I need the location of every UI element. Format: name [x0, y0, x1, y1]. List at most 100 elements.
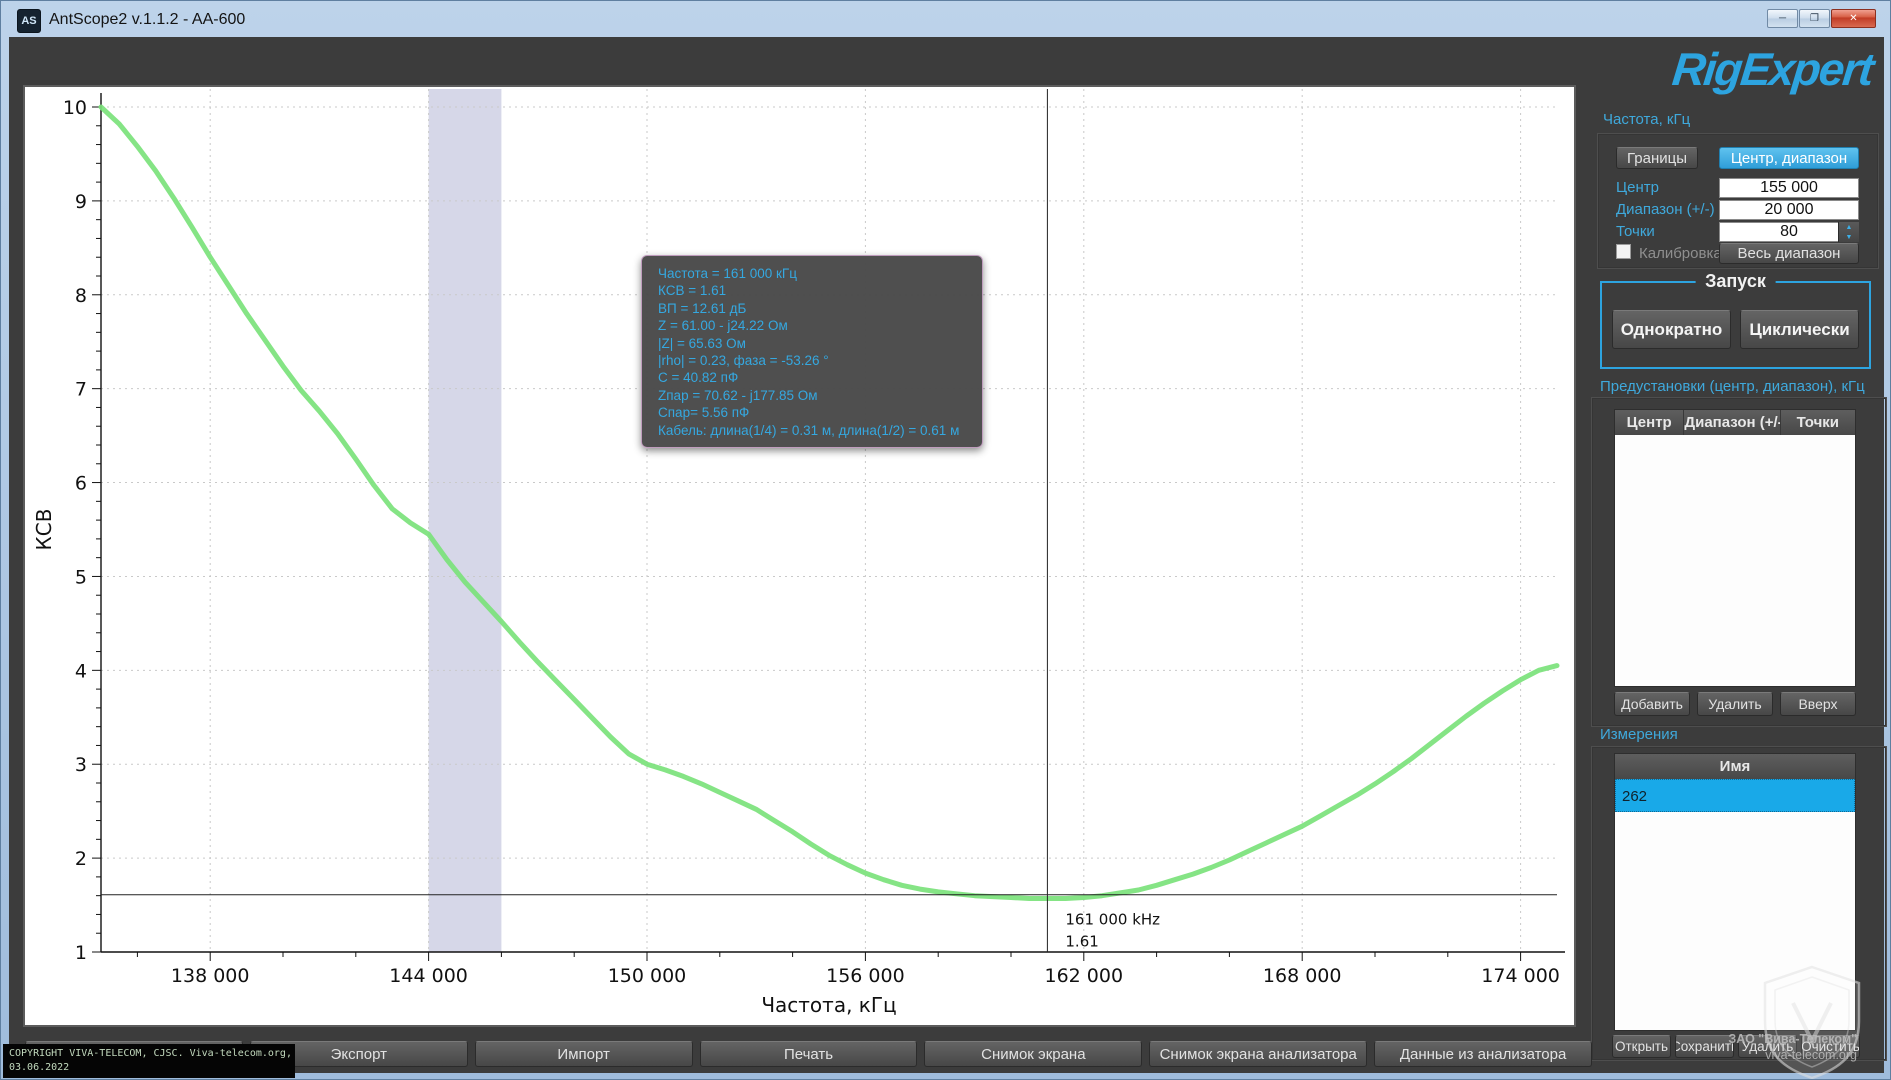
points-stepper: ▲ ▼ — [1719, 222, 1859, 242]
measurements-name-column: Имя — [1615, 754, 1855, 780]
title-bar: AS AntScope2 v.1.1.2 - AA-600 ─ ❐ ✕ — [1, 1, 1890, 37]
copyright-line2: 03.06.2022 — [9, 1061, 289, 1075]
span-label: Диапазон (+/-) — [1616, 200, 1715, 220]
rigexpert-logo: RigExpert — [1595, 43, 1874, 95]
svg-text:8: 8 — [75, 285, 87, 307]
toolbar-button-3[interactable]: Печать — [700, 1041, 918, 1067]
toolbar-button-6[interactable]: Данные из анализатора — [1374, 1041, 1592, 1067]
measurements-table-header: Имя — [1614, 753, 1856, 781]
svg-text:1.61: 1.61 — [1065, 933, 1098, 951]
tab-bar: КСВФазаZ=R+jXZ=R||+jXВПРефлектометрСмит — [19, 45, 37, 83]
measurements-button-2[interactable]: Удалить — [1738, 1035, 1797, 1058]
frequency-group: Границы Центр, диапазон Центр Диапазон (… — [1597, 133, 1879, 269]
presets-col-1: Диапазон (+/-) — [1684, 410, 1780, 436]
points-spin-buttons: ▲ ▼ — [1838, 222, 1859, 242]
tooltip-line: КСВ = 1.61 — [658, 282, 966, 299]
points-label: Точки — [1616, 222, 1655, 242]
svg-text:156 000: 156 000 — [826, 965, 905, 987]
presets-button-0[interactable]: Добавить — [1614, 692, 1690, 716]
measurements-table-body[interactable]: 262 — [1614, 779, 1856, 1031]
window-title: AntScope2 v.1.1.2 - AA-600 — [49, 8, 245, 32]
svg-text:7: 7 — [75, 379, 87, 401]
swr-plot-svg: 1 2 3 4 5 6 7 8 9 10 138 000 144 000 150 000 156 000 1… — [25, 87, 1574, 1025]
tab-label: Z=R+jX — [27, 51, 75, 83]
presets-buttons: Добавить Удалить Вверх — [1614, 692, 1856, 716]
center-span-button[interactable]: Центр, диапазон — [1719, 147, 1859, 169]
presets-section-label: Предустановки (центр, диапазон), кГц — [1600, 378, 1865, 395]
tooltip-line: ВП = 12.61 дБ — [658, 300, 966, 317]
tooltip-line: C = 40.82 пФ — [658, 369, 966, 386]
svg-text:5: 5 — [75, 566, 87, 588]
measurements-section-label: Измерения — [1600, 726, 1678, 743]
toolbar-button-5[interactable]: Снимок экрана анализатора — [1149, 1041, 1367, 1067]
run-buttons: ОднократноЦиклически — [1612, 310, 1859, 349]
calibration-checkbox[interactable] — [1616, 244, 1631, 259]
svg-text:2: 2 — [75, 848, 87, 870]
tab-label: Z=R||+jX — [30, 51, 78, 83]
svg-text:150 000: 150 000 — [608, 965, 687, 987]
run-group: Запуск ОднократноЦиклически — [1600, 281, 1871, 369]
bounds-button[interactable]: Границы — [1616, 147, 1698, 169]
copyright-line1: COPYRIGHT VIVA-TELECOM, CJSC. Viva-telec… — [9, 1047, 289, 1061]
measurements-buttons: ОткрытьСохранитьУдалитьОчистить — [1612, 1035, 1864, 1058]
copyright-watermark: COPYRIGHT VIVA-TELECOM, CJSC. Viva-telec… — [3, 1044, 295, 1078]
svg-text:168 000: 168 000 — [1263, 965, 1342, 987]
svg-text:161 000 kHz: 161 000 kHz — [1065, 911, 1160, 929]
tab-label: Фаза — [24, 51, 72, 83]
tooltip-line: |rho| = 0.23, фаза = -53.26 ° — [658, 352, 966, 369]
toolbar-button-4[interactable]: Снимок экрана — [924, 1041, 1142, 1067]
presets-col-0: Центр — [1615, 410, 1684, 436]
presets-col-2: Точки — [1781, 410, 1855, 436]
tooltip-line: Частота = 161 000 кГц — [658, 265, 966, 282]
app-icon: AS — [17, 9, 41, 33]
svg-text:138 000: 138 000 — [171, 965, 250, 987]
svg-text:КСВ: КСВ — [32, 509, 56, 551]
span-input[interactable] — [1719, 200, 1859, 220]
tooltip-line: |Z| = 65.63 Ом — [658, 335, 966, 352]
measurements-button-3[interactable]: Очистить — [1801, 1035, 1860, 1058]
tab-label: Смит — [39, 51, 87, 83]
spin-up-icon[interactable]: ▲ — [1839, 222, 1859, 232]
presets-table-body[interactable] — [1614, 435, 1856, 687]
window-controls: ─ ❐ ✕ — [1767, 9, 1876, 28]
tab-label: ВП — [33, 51, 81, 83]
svg-text:Частота, кГц: Частота, кГц — [761, 993, 896, 1017]
tooltip-line: Кабель: длина(1/4) = 0.31 м, длина(1/2) … — [658, 422, 966, 439]
measurement-row[interactable]: 262 — [1615, 779, 1855, 812]
svg-text:4: 4 — [75, 660, 87, 682]
toolbar-button-2[interactable]: Импорт — [475, 1041, 693, 1067]
swr-chart[interactable]: 1 2 3 4 5 6 7 8 9 10 138 000 144 000 150 000 156 000 1… — [23, 85, 1576, 1027]
full-range-button[interactable]: Весь диапазон — [1719, 243, 1859, 264]
svg-text:144 000: 144 000 — [389, 965, 468, 987]
tooltip-line: Zпар = 70.62 - j177.85 Ом — [658, 387, 966, 404]
spin-down-icon[interactable]: ▼ — [1839, 232, 1859, 242]
measurements-button-1[interactable]: Сохранить — [1675, 1035, 1734, 1058]
close-button[interactable]: ✕ — [1831, 9, 1876, 28]
presets-button-1[interactable]: Удалить — [1697, 692, 1773, 716]
maximize-button[interactable]: ❐ — [1799, 9, 1830, 28]
svg-text:174 000: 174 000 — [1481, 965, 1560, 987]
app-content: КСВФазаZ=R+jXZ=R||+jXВПРефлектометрСмит … — [9, 37, 1884, 1073]
presets-button-2[interactable]: Вверх — [1780, 692, 1856, 716]
app-window: AS AntScope2 v.1.1.2 - AA-600 ─ ❐ ✕ КСВФ… — [0, 0, 1891, 1080]
run-single-button[interactable]: Однократно — [1612, 310, 1731, 349]
measurements-button-0[interactable]: Открыть — [1612, 1035, 1671, 1058]
frequency-section-label: Частота, кГц — [1603, 111, 1690, 128]
minimize-button[interactable]: ─ — [1767, 9, 1798, 28]
tab-label: КСВ — [21, 51, 69, 83]
tab-label: Рефлектометр — [36, 51, 84, 83]
center-input[interactable] — [1719, 178, 1859, 198]
svg-text:6: 6 — [75, 473, 87, 495]
tooltip-line: Спар= 5.56 пФ — [658, 404, 966, 421]
center-label: Центр — [1616, 178, 1659, 198]
svg-text:9: 9 — [75, 191, 87, 213]
calibration-label: Калибровка — [1639, 244, 1722, 264]
run-group-title: Запуск — [1695, 271, 1776, 292]
svg-text:1: 1 — [75, 942, 87, 964]
tooltip-line: Z = 61.00 - j24.22 Ом — [658, 317, 966, 334]
presets-table-header: ЦентрДиапазон (+/-)Точки — [1614, 409, 1856, 437]
svg-text:3: 3 — [75, 754, 87, 776]
svg-text:10: 10 — [63, 97, 87, 119]
run-cyclic-button[interactable]: Циклически — [1740, 310, 1859, 349]
chart-tooltip: Частота = 161 000 кГцКСВ = 1.61ВП = 12.6… — [641, 255, 983, 448]
